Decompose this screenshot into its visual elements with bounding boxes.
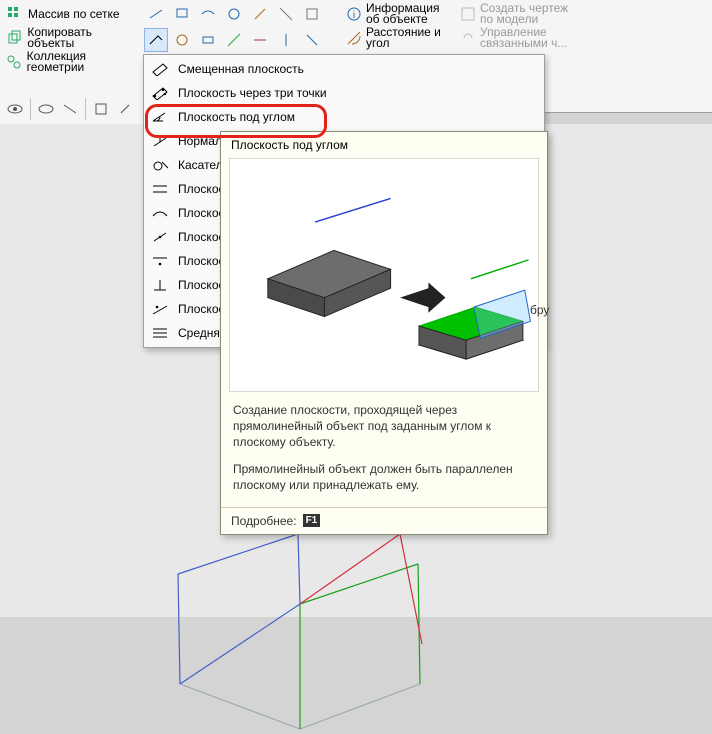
ribbon-distance-angle[interactable]: Расстояние и угол bbox=[344, 26, 454, 50]
ribbon-copy-objects[interactable]: Копировать объекты bbox=[4, 26, 140, 50]
plane-icon bbox=[150, 60, 170, 78]
info-icon: i bbox=[346, 5, 362, 23]
plane-icon bbox=[150, 276, 170, 294]
tooltip-title: Плоскость под углом bbox=[221, 132, 547, 158]
f1-key-badge: F1 bbox=[303, 514, 321, 527]
ribbon-manage-links: Управление связанными ч... bbox=[458, 26, 578, 50]
tooltip-footer: Подробнее: F1 bbox=[221, 507, 547, 534]
ribbon-label: Копировать объекты bbox=[27, 27, 138, 49]
tool-icon[interactable] bbox=[248, 2, 272, 26]
measure-icon bbox=[346, 29, 362, 47]
menu-item-plane-3points[interactable]: Плоскость через три точки bbox=[144, 81, 544, 105]
drawing-icon bbox=[460, 5, 476, 23]
plane-angle-icon bbox=[150, 108, 170, 126]
ribbon-object-info[interactable]: i Информация об объекте bbox=[344, 2, 454, 26]
tool-icon[interactable] bbox=[170, 2, 194, 26]
tool-icon[interactable] bbox=[196, 2, 220, 26]
ribbon-label: Коллекция геометрии bbox=[27, 51, 138, 73]
plane-icon bbox=[150, 228, 170, 246]
grid-array-icon bbox=[6, 5, 24, 23]
visibility-toggle-icon[interactable] bbox=[114, 98, 136, 120]
copy-icon bbox=[6, 29, 23, 47]
menu-item-label: Смещенная плоскость bbox=[178, 62, 534, 76]
visibility-toggle-icon[interactable] bbox=[59, 98, 81, 120]
tool-icon[interactable] bbox=[196, 28, 220, 52]
ribbon-label: Расстояние и угол bbox=[366, 27, 452, 49]
toolbar-separator bbox=[30, 98, 31, 120]
svg-text:i: i bbox=[353, 10, 355, 21]
menu-item-label: Плоскость через три точки bbox=[178, 86, 534, 100]
visibility-toggle-icon[interactable] bbox=[35, 98, 57, 120]
tool-icon[interactable] bbox=[300, 28, 324, 52]
tooltip-illustration bbox=[229, 158, 539, 392]
plane-icon bbox=[150, 84, 170, 102]
visibility-toggle-icon[interactable] bbox=[4, 98, 26, 120]
ribbon-geometry-collection[interactable]: Коллекция геометрии bbox=[4, 50, 140, 74]
menu-item-label: Плоскость под углом bbox=[178, 110, 534, 124]
ribbon-label: Информация об объекте bbox=[366, 3, 452, 25]
tool-plane-dropdown[interactable] bbox=[144, 28, 168, 52]
menu-item-plane-at-angle[interactable]: Плоскость под углом bbox=[144, 105, 544, 129]
tool-icon[interactable] bbox=[144, 2, 168, 26]
collection-icon bbox=[6, 53, 23, 71]
tool-icon[interactable] bbox=[222, 28, 246, 52]
tool-icon[interactable] bbox=[300, 2, 324, 26]
ribbon-label: Массив по сетке bbox=[28, 8, 120, 20]
tooltip-body: Создание плоскости, проходящей через пря… bbox=[221, 392, 547, 507]
ribbon-label: Создать чертеж по модели bbox=[480, 3, 576, 25]
tool-icon[interactable] bbox=[222, 2, 246, 26]
plane-icon bbox=[150, 204, 170, 222]
links-icon bbox=[460, 29, 476, 47]
menu-item-offset-plane[interactable]: Смещенная плоскость bbox=[144, 57, 544, 81]
plane-icon bbox=[150, 156, 170, 174]
tooltip-footer-label: Подробнее: bbox=[231, 514, 297, 528]
tooltip-paragraph: Создание плоскости, проходящей через пря… bbox=[233, 402, 535, 451]
visibility-toggle-icon[interactable] bbox=[90, 98, 112, 120]
plane-icon bbox=[150, 300, 170, 318]
plane-icon bbox=[150, 252, 170, 270]
tool-icon[interactable] bbox=[274, 2, 298, 26]
plane-icon bbox=[150, 324, 170, 342]
plane-icon bbox=[150, 132, 170, 150]
hint-edge-fragment: бру bbox=[530, 303, 549, 317]
tool-icon[interactable] bbox=[274, 28, 298, 52]
toolbar-separator bbox=[85, 98, 86, 120]
tool-icon[interactable] bbox=[248, 28, 272, 52]
ribbon-label: Управление связанными ч... bbox=[480, 27, 576, 49]
ribbon-create-drawing: Создать чертеж по модели bbox=[458, 2, 578, 26]
tooltip-card: Плоскость под углом bbox=[220, 131, 548, 535]
plane-icon bbox=[150, 180, 170, 198]
tool-icon[interactable] bbox=[170, 28, 194, 52]
ribbon-array-grid[interactable]: Массив по сетке bbox=[4, 2, 140, 26]
tooltip-paragraph: Прямолинейный объект должен быть паралле… bbox=[233, 461, 535, 493]
